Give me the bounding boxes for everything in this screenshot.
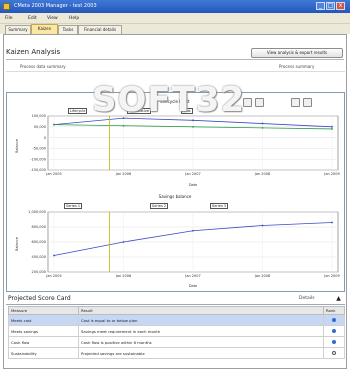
app-icon [3, 3, 10, 10]
menu-bar: File Edit View Help [0, 13, 350, 24]
cell-result: Projected savings are sustainable [78, 347, 324, 359]
print-icon[interactable] [291, 98, 300, 107]
export-icon[interactable] [303, 98, 312, 107]
cell-rank [323, 314, 345, 326]
window-title: CMeta 2003 Manager - test 2003 [14, 3, 97, 9]
data-point [331, 128, 333, 130]
chart2-legend-1: Series 1 [64, 203, 83, 209]
chart2-xlabel: Date [189, 284, 197, 288]
x-tick-label: Jan 2006 [115, 172, 131, 176]
minimize-button[interactable]: _ [316, 2, 325, 10]
rank-indicator-icon [332, 317, 336, 322]
data-point [53, 254, 55, 257]
menu-view[interactable]: View [47, 16, 58, 21]
data-point [331, 125, 333, 128]
watermark-logo: SOFT32 [92, 80, 246, 120]
scorecard-title: Projected Score Card [8, 295, 71, 302]
y-tick-label: 200,000 [32, 270, 46, 274]
column-header-rank[interactable]: Rank [323, 306, 345, 315]
cell-result: Savings meet requirement in each month [78, 325, 324, 337]
x-tick-label: Jan 2007 [184, 274, 200, 278]
process-data-caption: Process data summary [20, 64, 66, 69]
data-point [261, 122, 264, 125]
cell-rank [323, 336, 345, 348]
menu-help[interactable]: Help [69, 16, 79, 21]
x-tick-label: Jan 2008 [254, 172, 270, 176]
zoom-out-icon[interactable] [255, 98, 264, 107]
y-tick-label: -50,000 [32, 147, 46, 151]
scorecard-table: Measure Result Rank Meets cost Cost is eq… [8, 306, 345, 359]
x-tick-label: Jan 2007 [184, 172, 200, 176]
cell-result: Cost is equal to or below plan [78, 314, 324, 326]
x-tick-label: Jan 2005 [45, 274, 61, 278]
cell-measure: Meets cost [8, 314, 79, 326]
tab-strip: Summary Kaizen Tasks Financial details [0, 24, 350, 34]
chart1-ylabel: Balance [15, 139, 19, 153]
chart2-ylabel: Balance [15, 237, 19, 251]
y-tick-label: 100,000 [32, 114, 46, 118]
window-titlebar: CMeta 2003 Manager - test 2003 _ □ x [0, 0, 350, 13]
cell-result: Cash flow is positive within 6 months [78, 336, 324, 348]
rank-indicator-icon [332, 350, 336, 355]
header-divider [6, 59, 344, 60]
table-row[interactable]: Meets cost Cost is equal to or below plan [8, 314, 345, 326]
menu-file[interactable]: File [5, 16, 13, 21]
chart1-svg: 100,000 50,000 0 -50,000 -100,000 -150,000 Ja… [15, 114, 340, 187]
y-tick-label: -150,000 [30, 168, 46, 172]
table-row[interactable]: Sustainability Projected savings are sust… [8, 347, 345, 359]
cell-rank [323, 347, 345, 359]
close-button[interactable]: x [336, 2, 345, 10]
data-point [331, 221, 333, 224]
y-tick-label: 600,000 [32, 240, 46, 244]
process-summary-caption: Process summary [279, 64, 315, 69]
page-title: Kaizen Analysis [6, 48, 61, 56]
data-point [261, 224, 264, 227]
data-point [192, 229, 194, 232]
rank-indicator-icon [332, 328, 336, 333]
chart2-svg: 1,000,000 800,000 600,000 400,000 200,000 Ja… [15, 210, 340, 288]
chart2-legend-3: Series 3 [210, 203, 229, 209]
column-header-result[interactable]: Result [78, 306, 324, 315]
x-tick-label: Jan 2008 [254, 274, 270, 278]
x-tick-label: Jan 2009 [323, 274, 339, 278]
rank-indicator-icon [332, 339, 336, 344]
tab-kaizen[interactable]: Kaizen [31, 24, 58, 34]
view-analysis-button[interactable]: View analysis & export results [251, 48, 343, 58]
table-row[interactable]: Meets savings Savings meet requirement in… [8, 325, 345, 337]
tab-summary[interactable]: Summary [5, 25, 31, 34]
chart2-title: Savings balance [158, 194, 192, 199]
tab-financial-details[interactable]: Financial details [78, 25, 122, 34]
cell-measure: Sustainability [8, 347, 79, 359]
y-tick-label: 800,000 [32, 225, 46, 229]
data-point [192, 125, 194, 128]
y-tick-label: -100,000 [30, 157, 46, 161]
x-tick-label: Jan 2009 [323, 172, 339, 176]
y-tick-label: 50,000 [34, 125, 46, 129]
data-point [122, 124, 125, 127]
x-tick-label: Jan 2006 [115, 274, 131, 278]
collapse-icon[interactable]: ▲ [334, 295, 343, 303]
cell-measure: Meets savings [8, 325, 79, 337]
table-header-row: Measure Result Rank [8, 306, 345, 315]
y-tick-label: 1,000,000 [28, 210, 46, 214]
chart1-xlabel: Date [189, 183, 197, 187]
menu-edit[interactable]: Edit [28, 16, 37, 21]
table-row[interactable]: Cash flow Cash flow is positive within 6 … [8, 336, 345, 348]
data-point [53, 123, 55, 126]
chart2-legend-2: Series 2 [150, 203, 169, 209]
column-header-measure[interactable]: Measure [8, 306, 79, 315]
maximize-button[interactable]: □ [326, 2, 335, 10]
caption-divider [6, 71, 345, 72]
data-point [122, 241, 125, 243]
scorecard-divider [6, 304, 345, 305]
data-point [261, 126, 264, 129]
cell-rank [323, 325, 345, 337]
x-tick-label: Jan 2005 [45, 172, 61, 176]
y-tick-label: 0 [44, 136, 46, 140]
tab-tasks[interactable]: Tasks [58, 25, 78, 34]
scorecard-details-label[interactable]: Details [299, 296, 315, 301]
y-tick-label: 400,000 [32, 255, 46, 259]
cell-measure: Cash flow [8, 336, 79, 348]
